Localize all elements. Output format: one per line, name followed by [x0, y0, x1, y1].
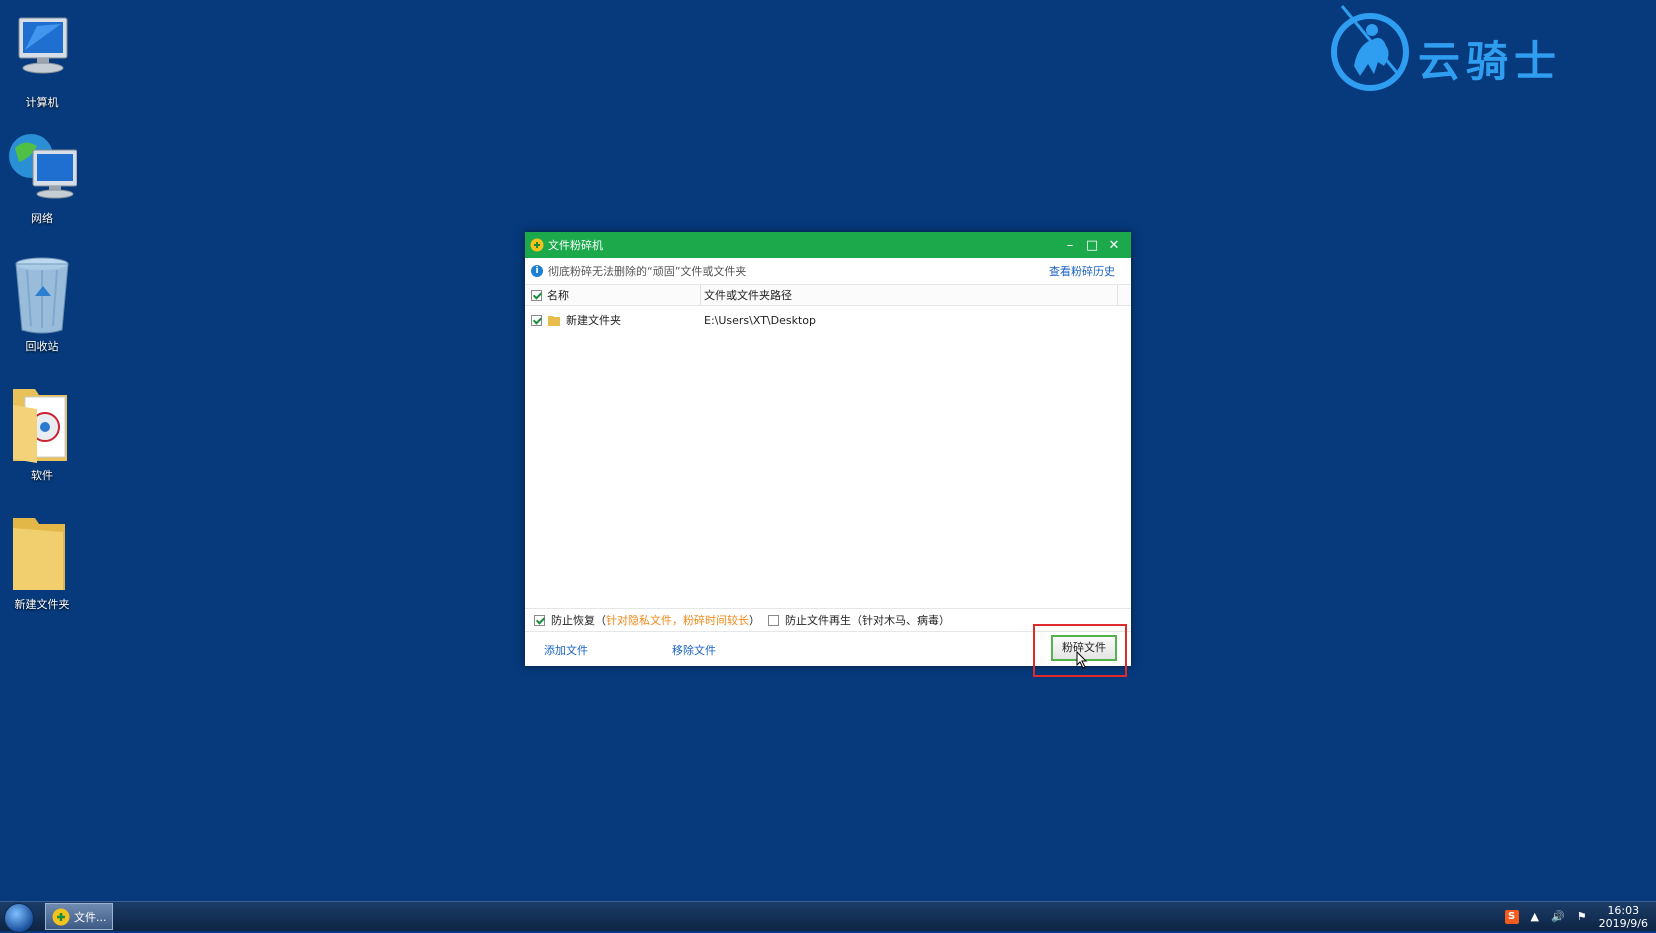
prevent-regen-label: 防止文件再生（针对木马、病毒） — [785, 614, 950, 627]
column-divider — [700, 285, 701, 305]
desktop-icon-label: 回收站 — [25, 340, 59, 353]
clock-time: 16:03 — [1607, 903, 1640, 917]
start-button[interactable] — [4, 903, 34, 933]
prevent-regen-option[interactable]: 防止文件再生（针对木马、病毒） — [768, 612, 950, 628]
view-history-link[interactable]: 查看粉碎历史 — [1049, 263, 1115, 279]
info-text: 彻底粉碎无法删除的“顽固”文件或文件夹 — [548, 265, 747, 278]
desktop-icon-new-folder[interactable]: 新建文件夹 — [2, 514, 82, 612]
folder-icon — [548, 315, 560, 326]
action-center-icon[interactable]: ⚑ — [1577, 910, 1587, 923]
network-icon — [9, 134, 77, 199]
close-button[interactable]: ✕ — [1103, 238, 1125, 253]
info-icon: i — [531, 265, 543, 277]
shredder-app-icon — [52, 908, 70, 925]
column-divider — [1117, 285, 1118, 305]
info-bar: i 彻底粉碎无法删除的“顽固”文件或文件夹 查看粉碎历史 — [525, 258, 1131, 284]
sogou-ime-icon[interactable]: S — [1504, 909, 1519, 924]
file-name: 新建文件夹 — [566, 314, 621, 327]
file-table-header: 名称 文件或文件夹路径 — [525, 284, 1131, 306]
volume-icon[interactable]: 🔊 — [1551, 910, 1565, 923]
desktop-icon-recycle-bin[interactable]: 回收站 — [2, 256, 82, 354]
show-hidden-icons-icon[interactable]: ▲ — [1531, 910, 1539, 923]
clock[interactable]: 16:03 2019/9/6 — [1599, 904, 1648, 930]
table-row[interactable]: 新建文件夹 E:\Users\XT\Desktop — [525, 306, 1131, 334]
desktop-icon-label: 网络 — [31, 212, 53, 225]
prevent-recovery-note: 针对隐私文件，粉碎时间较长 — [606, 614, 749, 627]
window-title: 文件粉碎机 — [548, 239, 603, 252]
desktop-icon-software[interactable]: 软件 — [2, 385, 82, 483]
shredder-app-icon — [530, 238, 544, 252]
desktop-icon-computer[interactable]: 计算机 — [2, 12, 82, 110]
folder-icon — [13, 518, 65, 590]
taskbar-item-label: 文件... — [74, 910, 107, 924]
file-list: 新建文件夹 E:\Users\XT\Desktop — [525, 306, 1131, 608]
maximize-button[interactable]: □ — [1081, 238, 1103, 253]
column-header-path[interactable]: 文件或文件夹路径 — [704, 287, 792, 303]
logo-text: 云骑士 — [1418, 37, 1563, 86]
desktop-icon-label: 软件 — [31, 469, 53, 482]
file-path: E:\Users\XT\Desktop — [704, 313, 817, 327]
select-all-checkbox[interactable] — [531, 289, 542, 301]
remove-file-link[interactable]: 移除文件 — [672, 642, 716, 658]
column-header-name[interactable]: 名称 — [547, 287, 569, 303]
clock-date: 2019/9/6 — [1598, 916, 1648, 930]
prevent-recovery-close: ） — [749, 614, 760, 627]
mouse-cursor-icon — [1076, 651, 1088, 669]
folder-icon — [13, 389, 67, 463]
desktop-icon-label: 计算机 — [25, 96, 59, 109]
titlebar[interactable]: 文件粉碎机 – □ ✕ — [525, 232, 1131, 258]
desktop-icon-label: 新建文件夹 — [14, 598, 70, 611]
prevent-recovery-label: 防止恢复（ — [551, 614, 606, 627]
computer-icon — [18, 17, 68, 74]
prevent-recovery-checkbox[interactable] — [534, 614, 545, 626]
row-checkbox[interactable] — [531, 314, 542, 326]
file-shredder-window: 文件粉碎机 – □ ✕ i 彻底粉碎无法删除的“顽固”文件或文件夹 查看粉碎历史… — [525, 232, 1131, 666]
desktop-icon-network[interactable]: 网络 — [2, 128, 82, 226]
taskbar-item-shredder[interactable]: 文件... — [45, 903, 113, 930]
add-file-link[interactable]: 添加文件 — [544, 642, 588, 658]
system-tray: S ▲ 🔊 ⚑ 16:03 2019/9/6 — [1499, 902, 1656, 931]
taskbar: 文件... S ▲ 🔊 ⚑ 16:03 2019/9/6 — [0, 901, 1656, 933]
recycle-bin-icon — [15, 257, 69, 334]
minimize-button[interactable]: – — [1059, 238, 1081, 253]
prevent-regen-checkbox[interactable] — [768, 614, 779, 626]
